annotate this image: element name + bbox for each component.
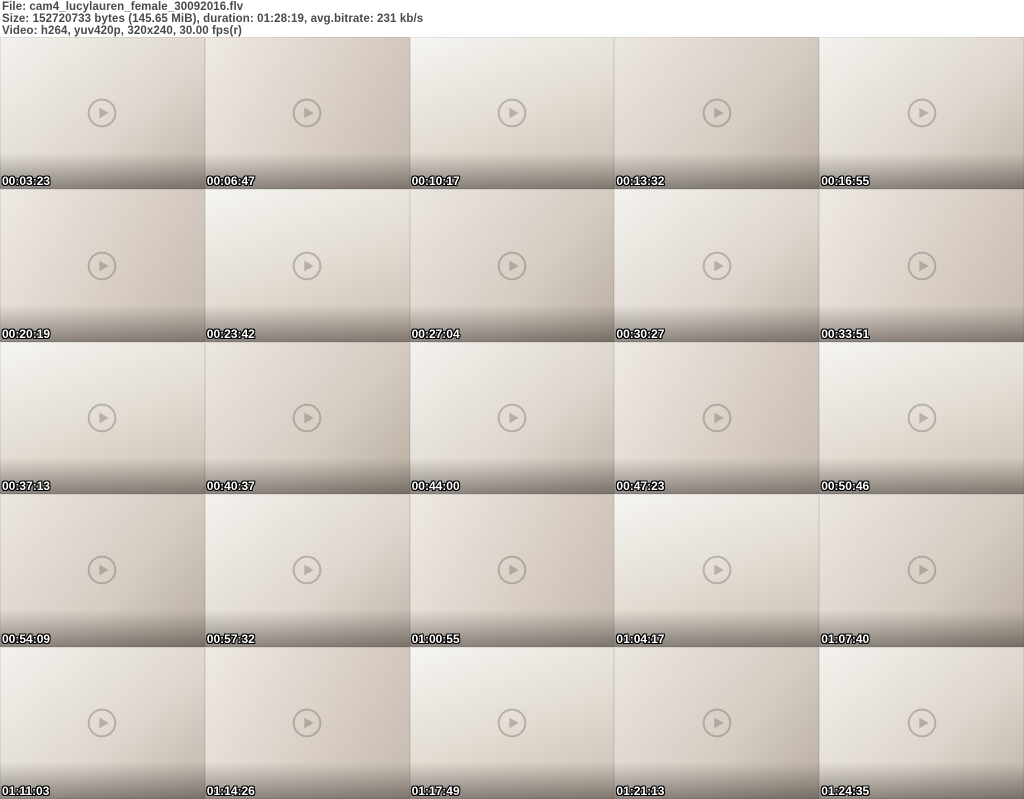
thumbnail-cell: 00:10:17 bbox=[409, 37, 615, 190]
timestamp-label: 01:14:26 bbox=[206, 783, 255, 798]
timestamp-label: 00:03:23 bbox=[2, 174, 51, 189]
thumbnail-cell: 00:30:27 bbox=[614, 189, 820, 342]
thumbnail-cell: 01:24:35 bbox=[819, 646, 1024, 799]
video-frame-placeholder-icon bbox=[88, 251, 117, 280]
video-frame-placeholder-icon bbox=[497, 403, 527, 433]
thumbnail-cell: 00:37:13 bbox=[0, 341, 205, 495]
video-codec-line: Video: h264, yuv420p, 320x240, 30.00 fps… bbox=[2, 25, 242, 37]
thumbnail-cell: 00:40:37 bbox=[204, 341, 410, 495]
thumbnail-cell: 01:04:17 bbox=[614, 494, 820, 647]
thumbnail-cell: 01:21:13 bbox=[614, 646, 820, 799]
thumbnail-cell: 00:44:00 bbox=[409, 341, 615, 495]
thumbnail-cell: 01:07:40 bbox=[819, 494, 1024, 647]
thumbnail-cell: 01:11:03 bbox=[0, 646, 205, 799]
video-frame-placeholder-icon bbox=[702, 403, 732, 433]
file-size-line: Size: 152720733 bytes (145.65 MiB), dura… bbox=[2, 13, 424, 25]
video-frame-placeholder-icon bbox=[497, 251, 527, 280]
timestamp-label: 00:16:55 bbox=[821, 174, 870, 189]
thumbnail-cell: 00:50:46 bbox=[819, 341, 1024, 495]
timestamp-label: 00:27:04 bbox=[411, 326, 460, 341]
video-frame-placeholder-icon bbox=[292, 251, 322, 280]
thumbnail-cell: 00:47:23 bbox=[614, 341, 820, 495]
video-frame-placeholder-icon bbox=[702, 98, 732, 128]
video-frame-placeholder-icon bbox=[907, 251, 936, 280]
thumbnail-cell: 00:27:04 bbox=[409, 189, 615, 342]
thumbnail-cell: 00:54:09 bbox=[0, 494, 205, 647]
video-frame-placeholder-icon bbox=[497, 98, 527, 128]
timestamp-label: 01:21:13 bbox=[616, 783, 665, 798]
timestamp-label: 00:06:47 bbox=[206, 174, 255, 189]
thumbnail-cell: 01:00:55 bbox=[409, 494, 615, 647]
video-frame-placeholder-icon bbox=[292, 403, 322, 433]
timestamp-label: 00:40:37 bbox=[206, 479, 255, 494]
timestamp-label: 00:30:27 bbox=[616, 326, 665, 341]
video-frame-placeholder-icon bbox=[292, 556, 322, 585]
timestamp-label: 00:20:19 bbox=[2, 326, 51, 341]
video-frame-placeholder-icon bbox=[88, 403, 117, 433]
video-frame-placeholder-icon bbox=[907, 403, 936, 433]
video-frame-placeholder-icon bbox=[702, 556, 732, 585]
thumbnail-cell: 00:57:32 bbox=[204, 494, 410, 647]
timestamp-label: 00:37:13 bbox=[2, 479, 51, 494]
timestamp-label: 00:13:32 bbox=[616, 174, 665, 189]
file-info-header: File: cam4_lucylauren_female_30092016.fl… bbox=[0, 0, 1024, 37]
video-frame-placeholder-icon bbox=[292, 98, 322, 128]
video-frame-placeholder-icon bbox=[907, 98, 936, 128]
video-frame-placeholder-icon bbox=[292, 708, 322, 738]
file-name-line: File: cam4_lucylauren_female_30092016.fl… bbox=[2, 1, 244, 13]
thumbnail-cell: 00:06:47 bbox=[204, 37, 410, 190]
timestamp-label: 00:33:51 bbox=[821, 326, 870, 341]
timestamp-label: 00:10:17 bbox=[411, 174, 460, 189]
video-frame-placeholder-icon bbox=[497, 708, 527, 738]
timestamp-label: 00:57:32 bbox=[206, 631, 255, 646]
thumbnail-grid: 00:03:23 00:06:47 00:10:17 00:13:32 00:1… bbox=[0, 37, 1024, 799]
timestamp-label: 01:04:17 bbox=[616, 631, 665, 646]
thumbnail-cell: 01:17:49 bbox=[409, 646, 615, 799]
video-frame-placeholder-icon bbox=[88, 708, 117, 738]
timestamp-label: 01:07:40 bbox=[821, 631, 870, 646]
timestamp-label: 00:54:09 bbox=[2, 631, 51, 646]
thumbnail-cell: 01:14:26 bbox=[204, 646, 410, 799]
thumbnail-cell: 00:16:55 bbox=[819, 37, 1024, 190]
thumbnail-cell: 00:20:19 bbox=[0, 189, 205, 342]
video-frame-placeholder-icon bbox=[497, 556, 527, 585]
timestamp-label: 00:44:00 bbox=[411, 479, 460, 494]
video-frame-placeholder-icon bbox=[702, 708, 732, 738]
thumbnail-cell: 00:33:51 bbox=[819, 189, 1024, 342]
timestamp-label: 01:11:03 bbox=[2, 783, 50, 798]
timestamp-label: 00:47:23 bbox=[616, 479, 665, 494]
thumbnail-cell: 00:23:42 bbox=[204, 189, 410, 342]
timestamp-label: 00:23:42 bbox=[206, 326, 255, 341]
video-frame-placeholder-icon bbox=[88, 556, 117, 585]
video-frame-placeholder-icon bbox=[702, 251, 732, 280]
timestamp-label: 00:50:46 bbox=[821, 479, 870, 494]
thumbnail-cell: 00:03:23 bbox=[0, 37, 205, 190]
video-contact-sheet: File: cam4_lucylauren_female_30092016.fl… bbox=[0, 0, 1024, 799]
video-frame-placeholder-icon bbox=[88, 98, 117, 128]
thumbnail-cell: 00:13:32 bbox=[614, 37, 820, 190]
timestamp-label: 01:00:55 bbox=[411, 631, 460, 646]
timestamp-label: 01:17:49 bbox=[411, 783, 460, 798]
video-frame-placeholder-icon bbox=[907, 708, 936, 738]
video-frame-placeholder-icon bbox=[907, 556, 936, 585]
timestamp-label: 01:24:35 bbox=[821, 783, 870, 798]
